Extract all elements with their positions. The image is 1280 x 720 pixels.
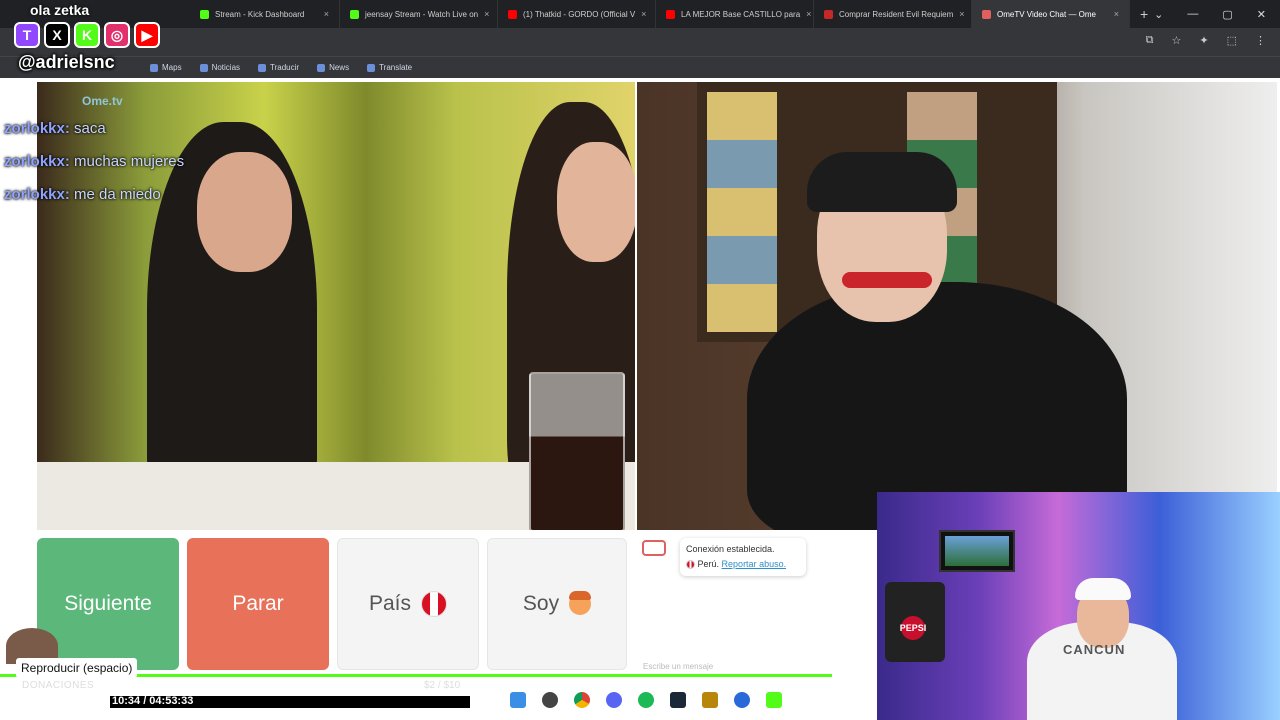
bookmarks-bar: Maps Noticias Traducir News Translate [0,56,1280,78]
streamer-head [1075,578,1131,648]
bookmark-traducir[interactable]: Traducir [258,63,299,72]
browser-tab[interactable]: LA MEJOR Base CASTILLO para × [656,0,814,28]
overlay-top-chat: ola zetka [30,2,90,18]
ometv-logo: Ome.tv [82,94,123,108]
next-label: Siguiente [64,592,152,615]
tab-title: jeensay Stream - Watch Live on [365,9,479,19]
tab-close-icon[interactable]: × [959,9,964,19]
country-button[interactable]: País [337,538,479,670]
peru-flag-icon [686,560,695,570]
browser-icon[interactable] [734,692,750,708]
tab-close-icon[interactable]: × [324,9,329,19]
address-bar: ⧉ ☆ ✦ ⬚ ⋮ [0,28,1280,56]
stop-button[interactable]: Parar [187,538,329,670]
bookmark-maps[interactable]: Maps [150,63,182,72]
bookmark-news[interactable]: News [317,63,349,72]
play-tooltip: Reproducir (espacio) [16,658,138,678]
app-icon[interactable] [702,692,718,708]
ometv-small-logo-icon [642,540,666,556]
report-abuse-link[interactable]: Reportar abuso. [722,559,787,569]
close-window-icon[interactable]: ✕ [1257,8,1266,21]
partner-country: Perú. [697,559,720,569]
tab-close-icon[interactable]: × [641,9,646,19]
bookmark-star-icon[interactable]: ☆ [1172,34,1182,47]
windows-start-icon[interactable] [510,692,526,708]
chrome-icon[interactable] [574,692,590,708]
tab-title: LA MEJOR Base CASTILLO para [681,9,801,19]
browser-tab[interactable]: OmeTV Video Chat — Ome × [972,0,1130,28]
donations-goal-bar [18,694,472,710]
boy-emoji-icon [569,591,592,615]
discord-icon[interactable] [606,692,622,708]
youtube-icon: ▶ [134,22,160,48]
stream-chat-overlay: zorlokkx: saca zorlokkx: muchas mujeres … [4,112,244,211]
streamer-handle: @adrielsnc [18,52,115,72]
tab-favicon-icon [666,9,675,19]
social-icons: T X K ◎ ▶ [14,22,160,48]
chat-message: zorlokkx: muchas mujeres [4,153,185,170]
tab-close-icon[interactable]: × [1114,9,1119,19]
tab-favicon-icon [508,9,517,19]
tab-favicon-icon [824,9,833,19]
chat-message: zorlokkx: me da miedo [4,186,161,203]
maximize-icon[interactable]: ▢ [1222,8,1232,21]
browser-tab[interactable]: Comprar Resident Evil Requiem × [814,0,972,28]
tab-favicon-icon [350,9,359,19]
window-controls: ⌄ — ▢ ✕ [1154,0,1280,28]
chat-message: zorlokkx: saca [4,120,106,137]
system-message: Conexión establecida. Perú. Reportar abu… [680,538,806,576]
extension-icon[interactable]: ✦ [1199,34,1208,47]
donations-label: DONACIONES [22,680,95,691]
tab-close-icon[interactable]: × [484,9,489,19]
bookmark-translate[interactable]: Translate [367,63,412,72]
taskbar-icons [510,692,782,708]
kick-icon: K [74,22,100,48]
menu-icon[interactable]: ⋮ [1255,34,1266,47]
tv-screen [939,530,1015,572]
browser-tab[interactable]: jeensay Stream - Watch Live on × [340,0,498,28]
tab-strip: Stream - Kick Dashboard × jeensay Stream -… [0,0,1280,28]
pepsi-logo: PEPSI [900,616,926,640]
puzzle-icon[interactable]: ⬚ [1227,34,1237,47]
peru-flag-icon [421,591,448,617]
x-icon: X [44,22,70,48]
stop-label: Parar [232,592,284,615]
connection-status: Conexión establecida. [686,544,775,554]
donations-amount: $2 / $10 [424,680,461,691]
gender-button[interactable]: Soy [487,538,627,670]
bookmark-noticias[interactable]: Noticias [199,63,240,72]
twitch-icon: T [14,22,40,48]
shirt-text: CANCUN [1063,642,1126,657]
playback-time: 10:34 / 04:53:33 [112,695,194,707]
next-button[interactable]: Siguiente [37,538,179,670]
gender-label: Soy [522,592,560,615]
tab-close-icon[interactable]: × [806,9,811,19]
country-label: País [368,592,412,615]
obs-icon[interactable] [542,692,558,708]
steam-icon[interactable] [670,692,686,708]
donations-fill [20,696,110,708]
kick-taskbar-icon[interactable] [766,692,782,708]
minimize-icon[interactable]: — [1187,8,1198,20]
tab-favicon-icon [982,9,991,19]
own-video [637,82,1277,530]
browser-tab[interactable]: (1) Thatkid - GORDO (Official V × [498,0,656,28]
tab-favicon-icon [200,9,209,19]
tab-search-icon[interactable]: ⌄ [1154,8,1163,21]
spotify-icon[interactable] [638,692,654,708]
streamer-webcam: PEPSI CANCUN [877,492,1280,720]
tab-title: Comprar Resident Evil Requiem [839,9,954,19]
tab-title: Stream - Kick Dashboard [215,9,305,19]
message-input[interactable]: Escribe un mensaje [643,662,713,671]
tab-title: (1) Thatkid - GORDO (Official V [523,9,636,19]
cast-icon[interactable]: ⧉ [1146,34,1154,47]
instagram-icon: ◎ [104,22,130,48]
tab-title: OmeTV Video Chat — Ome [997,9,1096,19]
